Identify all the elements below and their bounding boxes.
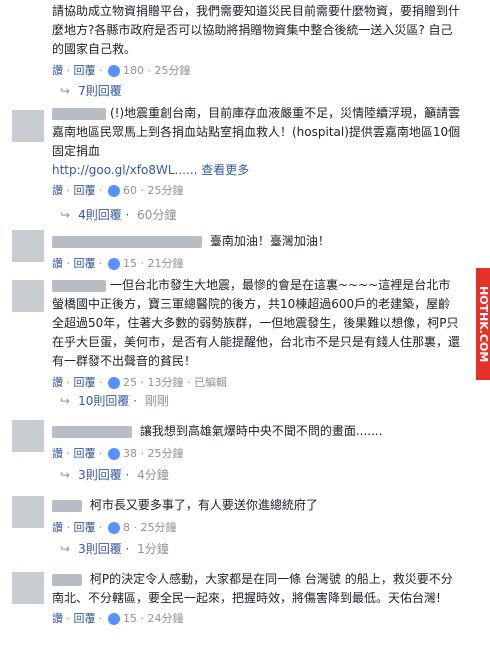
timestamp[interactable]: 24分鐘 bbox=[148, 612, 184, 625]
avatar[interactable] bbox=[12, 420, 44, 452]
comment-meta: 讚 · 回覆 · 25 · 13分鐘 · 已編輯 bbox=[52, 376, 227, 389]
reply-link[interactable]: 回覆 bbox=[74, 376, 96, 389]
like-count[interactable]: 180 bbox=[123, 64, 144, 77]
like-count[interactable]: 38 bbox=[123, 447, 137, 460]
comment-text: 一但台北市發生大地震，最慘的會是在這裏~~~~這裡是台北市螢橋國中正後方，寶三軍… bbox=[52, 278, 461, 368]
reply-link[interactable]: 回覆 bbox=[74, 447, 96, 460]
comment-body: 柯市長又要多事了，有人要送你進總統府了 讚 · 回覆 · 8 · 25分鐘 bbox=[52, 496, 462, 537]
reply-arrow-icon: ↪ bbox=[60, 542, 71, 556]
like-icon bbox=[108, 258, 120, 270]
comment-meta: 讚 · 回覆 · 8 · 25分鐘 bbox=[52, 521, 177, 534]
like-link[interactable]: 讚 bbox=[52, 257, 63, 270]
like-count[interactable]: 15 bbox=[123, 612, 137, 625]
like-count[interactable]: 15 bbox=[123, 257, 137, 270]
like-link[interactable]: 讚 bbox=[52, 184, 63, 197]
watermark-logo: HOTHK.COM bbox=[476, 268, 490, 380]
author-name[interactable] bbox=[52, 235, 202, 248]
avatar[interactable] bbox=[12, 496, 44, 528]
view-replies-link[interactable]: ↪ 3則回覆 · 1分鐘 bbox=[60, 540, 169, 557]
timestamp[interactable]: 25分鐘 bbox=[148, 447, 184, 460]
view-replies-link[interactable]: ↪ 4則回覆 · 60分鐘 bbox=[60, 206, 176, 223]
like-link[interactable]: 讚 bbox=[52, 447, 63, 460]
like-count[interactable]: 60 bbox=[123, 184, 137, 197]
reply-arrow-icon: ↪ bbox=[60, 84, 71, 98]
comment-meta: 讚 · 回覆 · 180 · 25分鐘 bbox=[52, 64, 191, 77]
like-icon bbox=[108, 185, 120, 197]
comment-body: 請協助成立物資捐贈平台，我們需要知道災民目前需要什麼物資，要捐贈到什麼地方?各縣… bbox=[52, 2, 462, 80]
avatar[interactable] bbox=[12, 230, 44, 262]
reply-link[interactable]: 回覆 bbox=[74, 184, 96, 197]
comment-meta: 讚 · 回覆 · 38 · 25分鐘 bbox=[52, 447, 184, 460]
timestamp[interactable]: 25分鐘 bbox=[155, 64, 191, 77]
author-name[interactable] bbox=[52, 499, 82, 512]
comment-text: 臺南加油！臺灣加油！ bbox=[52, 232, 462, 251]
like-count[interactable]: 25 bbox=[123, 376, 137, 389]
comment-meta: 讚 · 回覆 · 15 · 21分鐘 bbox=[52, 257, 184, 270]
like-icon bbox=[108, 448, 120, 460]
comment-text: 讓我想到高雄氣爆時中央不聞不問的畫面....... bbox=[52, 422, 462, 441]
see-more-link[interactable]: 查看更多 bbox=[201, 163, 249, 177]
reply-arrow-icon: ↪ bbox=[60, 394, 71, 408]
comment-text: 柯P的決定令人感動，大家都是在同一條 台灣號 的船上，救災要不分南北、不分轄區，… bbox=[52, 572, 453, 605]
avatar[interactable] bbox=[12, 110, 44, 142]
author-name[interactable] bbox=[52, 425, 132, 438]
edited-label[interactable]: 已編輯 bbox=[194, 376, 227, 389]
comment-meta: 讚 · 回覆 · 60 · 25分鐘 bbox=[52, 184, 184, 197]
like-link[interactable]: 讚 bbox=[52, 64, 63, 77]
comment-body: (!)地震重創台南，目前庫存血液嚴重不足，災情陸續浮現，籲請雲嘉南地區民眾馬上到… bbox=[52, 104, 462, 200]
comment-meta: 讚 · 回覆 · 15 · 24分鐘 bbox=[52, 612, 184, 625]
comment-link[interactable]: http://goo.gl/xfo8WL...... bbox=[52, 163, 197, 177]
comment-body: 柯P的決定令人感動，大家都是在同一條 台灣號 的船上，救災要不分南北、不分轄區，… bbox=[52, 570, 462, 628]
reply-link[interactable]: 回覆 bbox=[74, 521, 96, 534]
timestamp[interactable]: 21分鐘 bbox=[148, 257, 184, 270]
timestamp[interactable]: 13分鐘 bbox=[148, 376, 184, 389]
like-icon bbox=[108, 613, 120, 625]
reply-arrow-icon: ↪ bbox=[60, 468, 71, 482]
like-link[interactable]: 讚 bbox=[52, 612, 63, 625]
comment-text: 柯市長又要多事了，有人要送你進總統府了 bbox=[52, 496, 462, 515]
reply-arrow-icon: ↪ bbox=[60, 208, 71, 222]
comment-body: 讓我想到高雄氣爆時中央不聞不問的畫面....... 讚 · 回覆 · 38 · … bbox=[52, 422, 462, 463]
author-name[interactable] bbox=[52, 279, 106, 292]
avatar[interactable] bbox=[12, 572, 44, 604]
comment-body: 一但台北市發生大地震，最慘的會是在這裏~~~~這裡是台北市螢橋國中正後方，寶三軍… bbox=[52, 276, 462, 392]
like-icon bbox=[108, 522, 120, 534]
timestamp[interactable]: 25分鐘 bbox=[141, 521, 177, 534]
avatar[interactable] bbox=[12, 280, 44, 312]
like-count[interactable]: 8 bbox=[123, 521, 130, 534]
author-name[interactable] bbox=[52, 107, 106, 120]
like-link[interactable]: 讚 bbox=[52, 521, 63, 534]
comment-text: 請協助成立物資捐贈平台，我們需要知道災民目前需要什麼物資，要捐贈到什麼地方?各縣… bbox=[52, 4, 461, 56]
timestamp[interactable]: 25分鐘 bbox=[148, 184, 184, 197]
view-replies-link[interactable]: ↪ 10則回覆 · 剛剛 bbox=[60, 392, 169, 409]
view-replies-link[interactable]: ↪ 3則回覆 · 4分鐘 bbox=[60, 466, 169, 483]
like-icon bbox=[108, 377, 120, 389]
author-name[interactable] bbox=[52, 573, 82, 586]
view-replies-link[interactable]: ↪ 7則回覆 bbox=[60, 82, 122, 99]
reply-link[interactable]: 回覆 bbox=[74, 612, 96, 625]
comment-body: 臺南加油！臺灣加油！ 讚 · 回覆 · 15 · 21分鐘 bbox=[52, 232, 462, 273]
comment-text: (!)地震重創台南，目前庫存血液嚴重不足，災情陸續浮現，籲請雲嘉南地區民眾馬上到… bbox=[52, 106, 461, 158]
like-icon bbox=[108, 65, 120, 77]
reply-link[interactable]: 回覆 bbox=[74, 64, 96, 77]
reply-link[interactable]: 回覆 bbox=[74, 257, 96, 270]
like-link[interactable]: 讚 bbox=[52, 376, 63, 389]
